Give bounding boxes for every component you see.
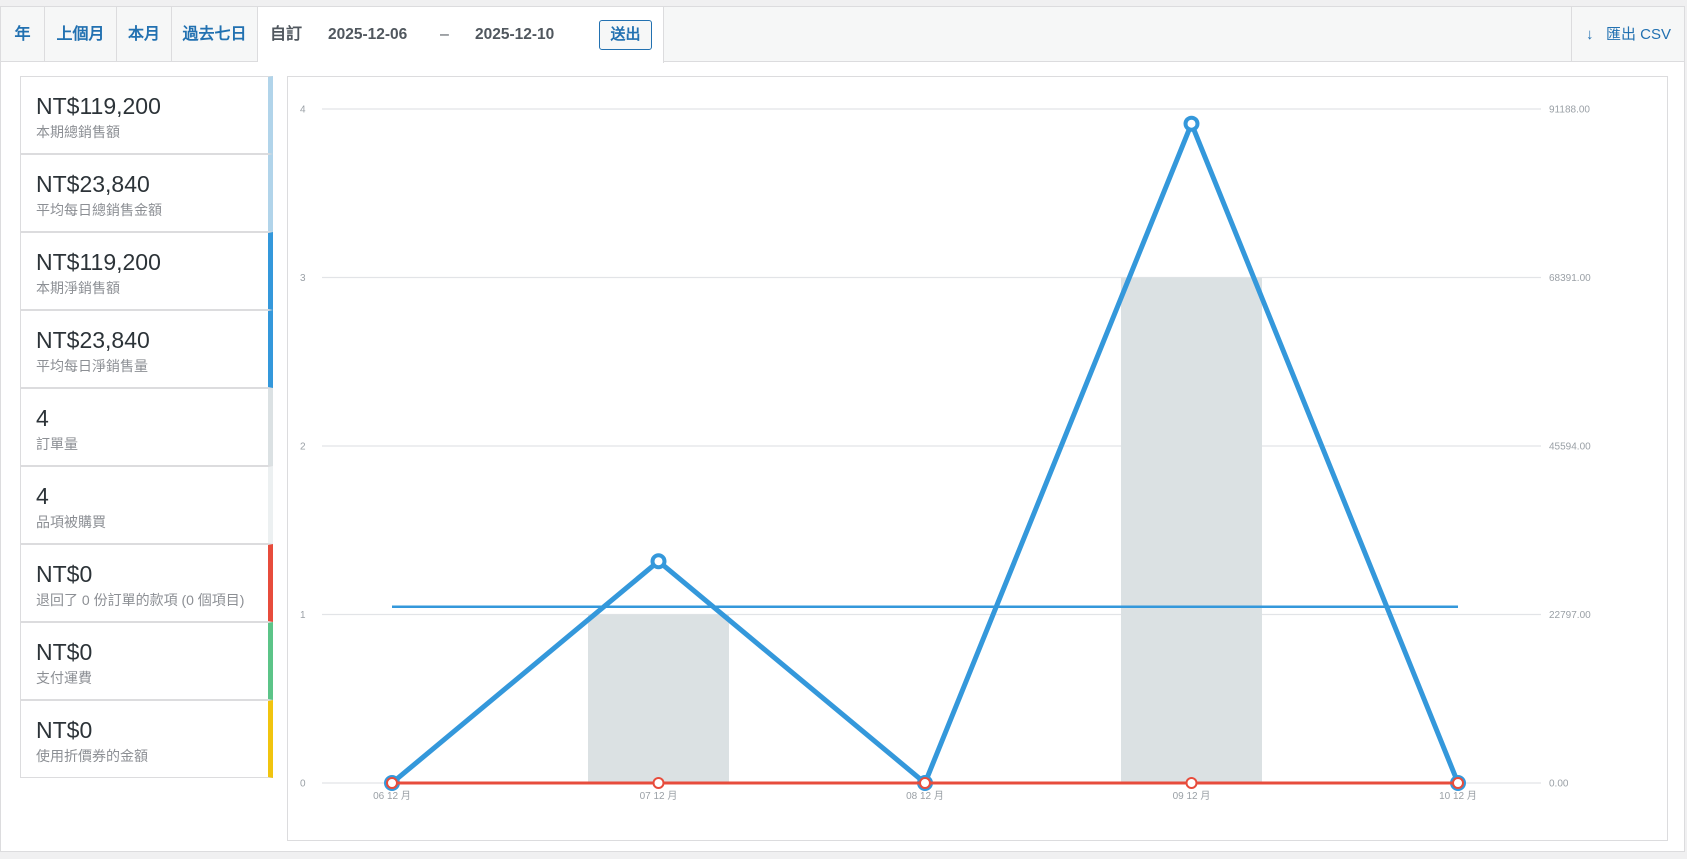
legend-item[interactable]: NT$0 退回了 0 份訂單的款項 (0 個項目): [20, 544, 273, 622]
report-panel: 年 上個月 本月 過去七日 自訂 2025-12-06 – 2025-12-10…: [0, 6, 1685, 852]
y-left-tick-label: 4: [300, 105, 306, 116]
range-toolbar: 年 上個月 本月 過去七日 自訂 2025-12-06 – 2025-12-10…: [1, 7, 1684, 63]
range-separator: –: [440, 26, 449, 43]
legend-caption: 本期總銷售額: [36, 124, 120, 140]
legend-amount: NT$0: [36, 561, 93, 587]
legend-item[interactable]: NT$119,200 本期總銷售額: [20, 76, 273, 154]
y-right-tick-label: 91188.00: [1549, 105, 1590, 116]
end-date-input[interactable]: 2025-12-10: [475, 21, 554, 49]
legend-item[interactable]: NT$0 支付運費: [20, 622, 273, 700]
x-tick-label: 06 12 月: [373, 790, 411, 802]
x-tick-label: 09 12 月: [1173, 790, 1211, 802]
refund-point: [386, 777, 398, 789]
refund-point: [1185, 777, 1198, 789]
export-csv-label: 匯出 CSV: [1606, 26, 1672, 43]
legend-caption: 退回了 0 份訂單的款項 (0 個項目): [36, 592, 245, 608]
net-sales-line: [390, 117, 1461, 788]
x-tick-label: 07 12 月: [640, 790, 678, 802]
legend-amount: NT$0: [36, 639, 93, 665]
legend-item[interactable]: NT$0 使用折價券的金額: [20, 700, 273, 778]
refund-point: [1452, 777, 1464, 789]
legend-item[interactable]: NT$23,840 平均每日淨銷售量: [20, 310, 273, 388]
custom-range-form: 自訂 2025-12-06 – 2025-12-10 送出: [258, 7, 664, 63]
legend-amount: 4: [36, 483, 49, 509]
order-count-bar: [1121, 277, 1262, 783]
y-left-tick-label: 2: [300, 442, 306, 453]
y-left-tick-label: 1: [300, 610, 306, 621]
legend-amount: NT$119,200: [36, 249, 161, 275]
y-right-tick-label: 45594.00: [1549, 442, 1591, 453]
legend-caption: 使用折價券的金額: [36, 748, 148, 764]
legend-item[interactable]: 4 訂單量: [20, 388, 273, 466]
legend-caption: 支付運費: [36, 670, 92, 686]
refund-point: [652, 777, 665, 789]
x-tick-label: 10 12 月: [1439, 790, 1477, 802]
legend-caption: 品項被購買: [36, 514, 106, 530]
tab-last-7-days[interactable]: 過去七日: [172, 7, 258, 62]
export-csv-button[interactable]: ↓ 匯出 CSV: [1571, 7, 1684, 62]
legend-amount: NT$23,840: [36, 171, 150, 197]
legend-item[interactable]: NT$23,840 平均每日總銷售金額: [20, 154, 273, 232]
y-right-tick-label: 68391.00: [1549, 273, 1591, 284]
y-right-tick-label: 22797.00: [1549, 610, 1591, 621]
legend-amount: NT$119,200: [36, 93, 161, 119]
legend-amount: NT$23,840: [36, 327, 150, 353]
legend-amount: 4: [36, 405, 49, 431]
net-sales-point: [1183, 115, 1200, 132]
net-sales-point: [650, 553, 667, 570]
y-right-tick-label: 0.00: [1549, 779, 1569, 790]
tab-this-month[interactable]: 本月: [117, 7, 172, 62]
legend-caption: 平均每日總銷售金額: [36, 202, 162, 218]
legend-item[interactable]: NT$119,200 本期淨銷售額: [20, 232, 273, 310]
legend-item[interactable]: 4 品項被購買: [20, 466, 273, 544]
start-date-input[interactable]: 2025-12-06: [328, 21, 407, 49]
legend-caption: 訂單量: [36, 436, 78, 452]
x-tick-label: 08 12 月: [906, 790, 944, 802]
sales-chart: 0 1 2 3 4 0.00 22797.00 45594.00 68391.00 91188.0…: [287, 76, 1668, 841]
sales-chart-svg: 0 1 2 3 4 0.00 22797.00 45594.00 68391.00 91188.0…: [300, 105, 1591, 803]
refund-point: [919, 777, 931, 789]
y-left-tick-label: 0: [300, 779, 306, 790]
legend-caption: 本期淨銷售額: [36, 280, 120, 296]
submit-button[interactable]: 送出: [599, 20, 652, 50]
custom-range-label: 自訂: [270, 26, 303, 43]
chart-legend: NT$119,200 本期總銷售額 NT$23,840 平均每日總銷售金額 NT$119…: [20, 76, 273, 859]
legend-caption: 平均每日淨銷售量: [36, 358, 148, 374]
download-arrow-icon: ↓: [1586, 26, 1594, 43]
y-left-tick-label: 3: [300, 273, 306, 284]
tab-last-month[interactable]: 上個月: [45, 7, 117, 62]
legend-amount: NT$0: [36, 717, 93, 743]
order-count-bar: [588, 614, 729, 783]
tab-year[interactable]: 年: [1, 7, 45, 62]
